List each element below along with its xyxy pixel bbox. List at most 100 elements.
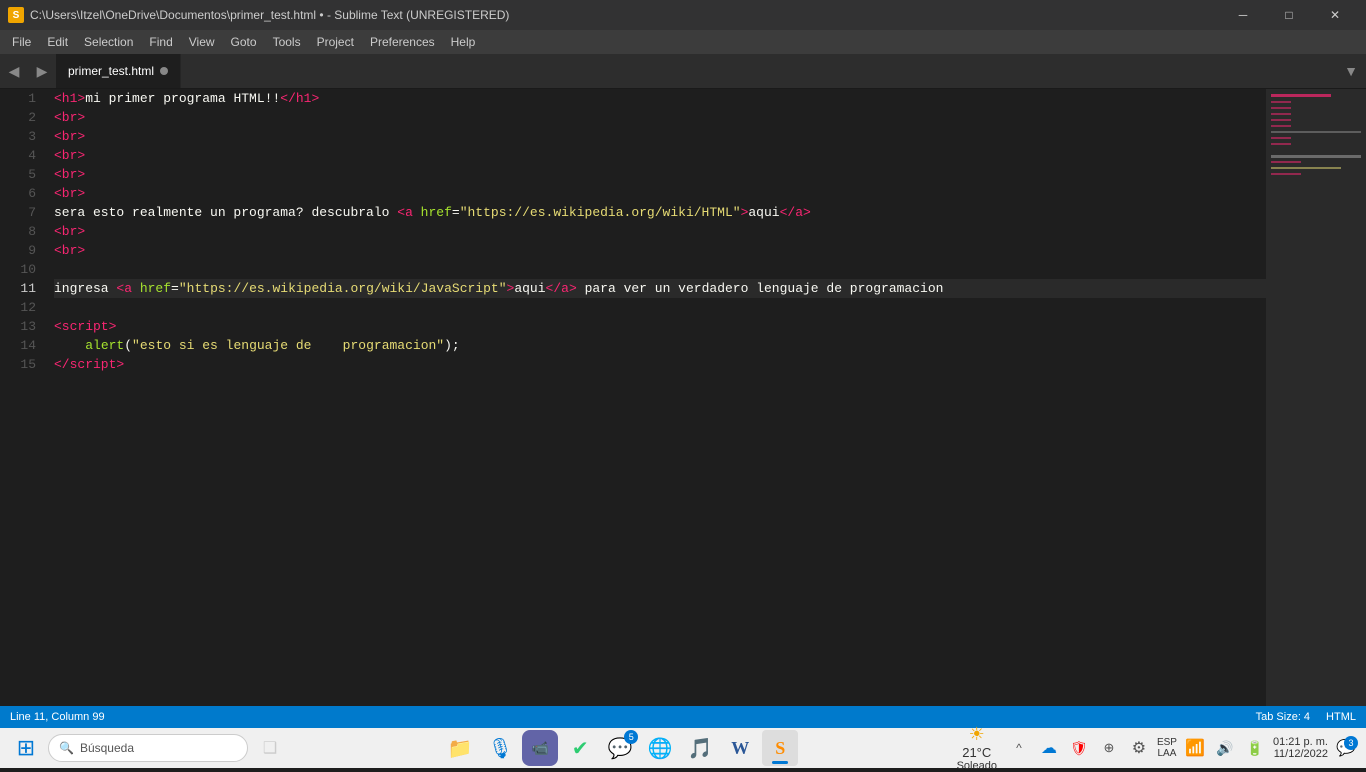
search-icon: 🔍 bbox=[59, 741, 74, 755]
menu-help[interactable]: Help bbox=[443, 30, 484, 54]
line-numbers: 1 2 3 4 5 6 7 8 9 10 11 12 13 14 15 bbox=[0, 89, 46, 706]
line-num-3: 3 bbox=[18, 127, 36, 146]
menu-selection[interactable]: Selection bbox=[76, 30, 141, 54]
menu-project[interactable]: Project bbox=[309, 30, 362, 54]
line-num-14: 14 bbox=[18, 336, 36, 355]
line-num-4: 4 bbox=[18, 146, 36, 165]
taskbar-app-meet[interactable]: 📹 bbox=[522, 730, 558, 766]
weather-temp: 21°C bbox=[962, 745, 991, 760]
tab-nav-left[interactable]: ◀ bbox=[0, 54, 28, 88]
tray-notification[interactable]: 💬 3 bbox=[1334, 736, 1358, 760]
clock-time: 01:21 p. m. bbox=[1273, 736, 1328, 748]
tab-modified-dot bbox=[160, 67, 168, 75]
title-bar-controls: ─ □ ✕ bbox=[1220, 0, 1358, 30]
taskbar-app-chrome[interactable]: 🌐 bbox=[642, 730, 678, 766]
tray-chevron[interactable]: ^ bbox=[1007, 736, 1031, 760]
line-num-12: 12 bbox=[18, 298, 36, 317]
taskbar-app-explorer[interactable]: 📁 bbox=[442, 730, 478, 766]
close-button[interactable]: ✕ bbox=[1312, 0, 1358, 30]
menu-find[interactable]: Find bbox=[141, 30, 180, 54]
code-line-14: alert("esto si es lenguaje de programaci… bbox=[54, 336, 1266, 355]
status-right: Tab Size: 4 HTML bbox=[1256, 711, 1356, 723]
minimap-svg bbox=[1266, 89, 1366, 706]
code-line-6: <br> bbox=[54, 184, 1266, 203]
line-num-6: 6 bbox=[18, 184, 36, 203]
task-view-button[interactable]: ❑ bbox=[252, 730, 288, 766]
tab-dropdown-button[interactable]: ▼ bbox=[1344, 63, 1358, 79]
line-num-13: 13 bbox=[18, 317, 36, 336]
language-code: ESP bbox=[1157, 737, 1177, 748]
line-num-11: 11 bbox=[18, 279, 36, 298]
language-indicator[interactable]: ESP LAA bbox=[1157, 737, 1177, 759]
taskbar-app-whatsapp[interactable]: 💬 5 bbox=[602, 730, 638, 766]
code-line-9: <br> bbox=[54, 241, 1266, 260]
tab-label: primer_test.html bbox=[68, 64, 154, 78]
menu-preferences[interactable]: Preferences bbox=[362, 30, 443, 54]
tray-settings[interactable]: ⚙ bbox=[1127, 736, 1151, 760]
status-left: Line 11, Column 99 bbox=[10, 711, 105, 723]
window-title: C:\Users\Itzel\OneDrive\Documentos\prime… bbox=[30, 8, 509, 22]
cursor-position[interactable]: Line 11, Column 99 bbox=[10, 711, 105, 723]
tray-onedrive[interactable]: ☁ bbox=[1037, 736, 1061, 760]
line-num-2: 2 bbox=[18, 108, 36, 127]
menu-file[interactable]: File bbox=[4, 30, 39, 54]
taskbar-app-sublime[interactable]: S bbox=[762, 730, 798, 766]
code-area[interactable]: <h1>mi primer programa HTML!!</h1> <br> … bbox=[46, 89, 1266, 706]
tray-network-extra[interactable]: ⊕ bbox=[1097, 736, 1121, 760]
tray-battery[interactable]: 🔋 bbox=[1243, 736, 1267, 760]
tray-wifi[interactable]: 📶 bbox=[1183, 736, 1207, 760]
taskbar-center: 📁 🎙 📹 ✔ 💬 5 🌐 🎵 W S bbox=[288, 730, 953, 766]
menu-view[interactable]: View bbox=[181, 30, 223, 54]
whatsapp-badge: 5 bbox=[624, 730, 638, 744]
tab-bar: ◀ ▶ primer_test.html ▼ bbox=[0, 54, 1366, 89]
code-line-3: <br> bbox=[54, 127, 1266, 146]
tab-size[interactable]: Tab Size: 4 bbox=[1256, 711, 1310, 723]
code-line-1: <h1>mi primer programa HTML!!</h1> bbox=[54, 89, 1266, 108]
code-line-8: <br> bbox=[54, 222, 1266, 241]
clock-date: 11/12/2022 bbox=[1274, 748, 1328, 760]
maximize-button[interactable]: □ bbox=[1266, 0, 1312, 30]
weather-condition: Soleado bbox=[957, 760, 997, 772]
taskbar-right: ☀ 21°C Soleado ^ ☁ 🛡 ⊕ ⚙ ESP LAA 📶 🔊 🔋 0… bbox=[953, 724, 1358, 772]
menu-tools[interactable]: Tools bbox=[265, 30, 309, 54]
taskbar: ⊞ 🔍 Búsqueda ❑ 📁 🎙 📹 ✔ 💬 5 🌐 🎵 W S bbox=[0, 728, 1366, 768]
taskbar-app-spotify[interactable]: 🎵 bbox=[682, 730, 718, 766]
line-num-8: 8 bbox=[18, 222, 36, 241]
search-placeholder: Búsqueda bbox=[80, 741, 134, 755]
code-line-2: <br> bbox=[54, 108, 1266, 127]
minimap bbox=[1266, 89, 1366, 706]
weather-icon: ☀ bbox=[969, 724, 985, 745]
code-line-13: <script> bbox=[54, 317, 1266, 336]
start-button[interactable]: ⊞ bbox=[8, 730, 44, 766]
taskbar-app-widgets[interactable]: 🎙 bbox=[482, 730, 518, 766]
weather-widget[interactable]: ☀ 21°C Soleado bbox=[953, 724, 1001, 772]
title-bar: S C:\Users\Itzel\OneDrive\Documentos\pri… bbox=[0, 0, 1366, 30]
taskbar-left: ⊞ 🔍 Búsqueda ❑ bbox=[8, 730, 288, 766]
title-bar-left: S C:\Users\Itzel\OneDrive\Documentos\pri… bbox=[8, 7, 509, 23]
tab-nav-right[interactable]: ▶ bbox=[28, 54, 56, 88]
notification-count: 3 bbox=[1344, 736, 1358, 750]
tray-volume[interactable]: 🔊 bbox=[1213, 736, 1237, 760]
tray-antivirus[interactable]: 🛡 bbox=[1067, 736, 1091, 760]
line-num-9: 9 bbox=[18, 241, 36, 260]
tab-end: ▼ bbox=[181, 54, 1366, 88]
language-region: LAA bbox=[1157, 748, 1176, 759]
code-line-4: <br> bbox=[54, 146, 1266, 165]
minimize-button[interactable]: ─ bbox=[1220, 0, 1266, 30]
menu-bar: File Edit Selection Find View Goto Tools… bbox=[0, 30, 1366, 54]
tab-primer-test[interactable]: primer_test.html bbox=[56, 54, 181, 88]
app-icon: S bbox=[8, 7, 24, 23]
code-line-5: <br> bbox=[54, 165, 1266, 184]
taskbar-app-todo[interactable]: ✔ bbox=[562, 730, 598, 766]
search-bar[interactable]: 🔍 Búsqueda bbox=[48, 734, 248, 762]
clock-widget[interactable]: 01:21 p. m. 11/12/2022 bbox=[1273, 736, 1328, 760]
language-mode[interactable]: HTML bbox=[1326, 711, 1356, 723]
taskbar-app-word[interactable]: W bbox=[722, 730, 758, 766]
code-line-11: ingresa <a href="https://es.wikipedia.or… bbox=[54, 279, 1266, 298]
menu-goto[interactable]: Goto bbox=[223, 30, 265, 54]
code-line-15: </script> bbox=[54, 355, 1266, 374]
menu-edit[interactable]: Edit bbox=[39, 30, 76, 54]
code-line-12 bbox=[54, 298, 1266, 317]
line-num-15: 15 bbox=[18, 355, 36, 374]
code-line-7: sera esto realmente un programa? descubr… bbox=[54, 203, 1266, 222]
